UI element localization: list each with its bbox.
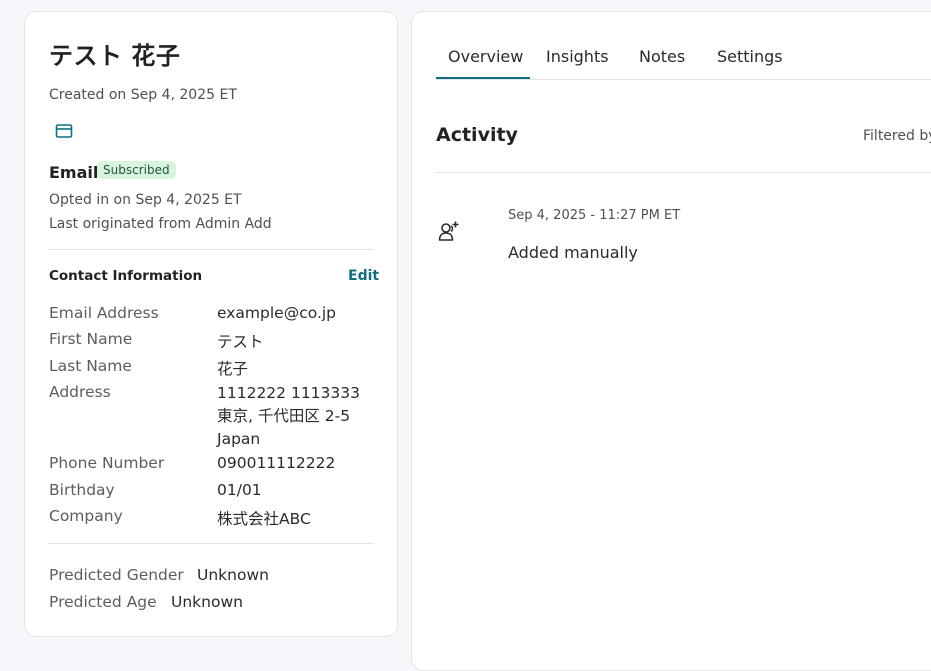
first-name-label: First Name [49, 330, 133, 348]
created-date: Created on Sep 4, 2025 ET [49, 87, 237, 103]
company-label: Company [49, 507, 123, 525]
phone-number-value: 090011112222 [217, 454, 336, 472]
main-panel: Overview Insights Notes Settings Activit… [411, 11, 931, 671]
company-value: 株式会社ABC [217, 510, 311, 528]
profile-card: テスト 花子 Created on Sep 4, 2025 ET Email S… [24, 11, 398, 637]
divider [49, 249, 374, 250]
active-tab-indicator [436, 77, 530, 79]
activity-description: Added manually [508, 243, 638, 262]
predicted-age-value: Unknown [171, 593, 243, 611]
tab-insights[interactable]: Insights [546, 47, 609, 66]
phone-number-label: Phone Number [49, 454, 165, 472]
email-channel-label: Email [49, 163, 99, 182]
origin-source: Last originated from Admin Add [49, 216, 272, 232]
activity-timestamp: Sep 4, 2025 - 11:27 PM ET [508, 208, 681, 223]
opted-in-date: Opted in on Sep 4, 2025 ET [49, 192, 242, 208]
activity-filter[interactable]: Filtered by [863, 128, 931, 144]
activity-title: Activity [436, 124, 518, 146]
address-value: 1112222 1113333 東京, 千代田区 2-5 Japan [217, 384, 360, 448]
contact-name: テスト 花子 [49, 42, 181, 70]
mail-icon[interactable] [55, 123, 73, 139]
tab-overview[interactable]: Overview [448, 47, 523, 66]
tab-notes[interactable]: Notes [639, 47, 685, 66]
user-plus-icon [438, 220, 460, 242]
divider [49, 543, 374, 544]
last-name-value: 花子 [217, 360, 249, 378]
predicted-age-label: Predicted Age [49, 593, 157, 611]
contact-info-header: Contact Information [49, 268, 203, 284]
predicted-gender-value: Unknown [197, 566, 269, 584]
activity-divider [436, 172, 931, 173]
tab-settings[interactable]: Settings [717, 47, 783, 66]
predicted-gender-label: Predicted Gender [49, 566, 184, 584]
subscription-status-badge: Subscribed [97, 161, 176, 179]
edit-contact-button[interactable]: Edit [348, 268, 379, 284]
email-address-value: example@co.jp [217, 304, 337, 322]
birthday-value: 01/01 [217, 481, 262, 499]
tabs-divider [436, 79, 931, 80]
email-address-label: Email Address [49, 304, 159, 322]
first-name-value: テスト [217, 333, 264, 351]
last-name-label: Last Name [49, 357, 132, 375]
address-label: Address [49, 383, 111, 401]
birthday-label: Birthday [49, 481, 115, 499]
